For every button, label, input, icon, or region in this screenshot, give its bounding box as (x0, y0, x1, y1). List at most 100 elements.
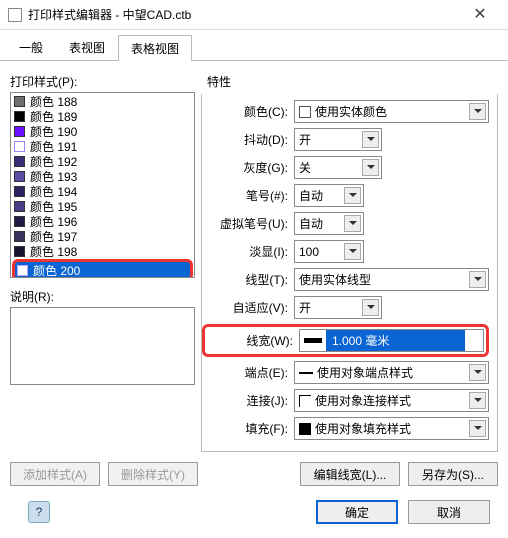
save-as-button[interactable]: 另存为(S)... (408, 462, 498, 486)
list-item[interactable]: 颜色 195 (12, 199, 193, 214)
linetype-label: 线型(T): (202, 271, 294, 288)
fill-icon (299, 423, 311, 435)
description-label: 说明(R): (10, 288, 195, 305)
edit-lineweight-button[interactable]: 编辑线宽(L)... (300, 462, 400, 486)
close-button[interactable]: ✕ (460, 0, 500, 30)
tab-table[interactable]: 表视图 (56, 34, 118, 60)
dither-value: 开 (299, 131, 311, 148)
color-swatch-icon (14, 96, 25, 107)
chevron-down-icon (469, 420, 486, 437)
vpen-value: 自动 (299, 215, 323, 232)
list-item[interactable]: 颜色 192 (12, 154, 193, 169)
color-combo[interactable]: 使用实体颜色 (294, 100, 489, 123)
chevron-down-icon (469, 271, 486, 288)
spinner-icon (344, 187, 361, 204)
fillstyle-combo[interactable]: 使用对象填充样式 (294, 417, 489, 440)
dither-combo[interactable]: 开 (294, 128, 382, 151)
screen-label: 淡显(I): (202, 243, 294, 260)
endstyle-combo[interactable]: 使用对象端点样式 (294, 361, 489, 384)
chevron-down-icon (362, 159, 379, 176)
color-swatch-icon (14, 246, 25, 257)
pen-spinner[interactable]: 自动 (294, 184, 364, 207)
list-item[interactable]: 颜色 200 (12, 259, 193, 278)
list-item-label: 颜色 200 (33, 262, 80, 279)
list-item[interactable]: 颜色 190 (12, 124, 193, 139)
color-value: 使用实体颜色 (315, 103, 387, 120)
properties-label: 特性 (201, 73, 498, 90)
chevron-down-icon (362, 299, 379, 316)
lineweight-value: 1.000 毫米 (326, 330, 465, 351)
list-item[interactable]: 颜色 194 (12, 184, 193, 199)
chevron-down-icon (362, 131, 379, 148)
ok-button[interactable]: 确定 (316, 500, 398, 524)
chevron-down-icon (469, 392, 486, 409)
lineweight-combo[interactable]: 1.000 毫米 (299, 329, 484, 352)
color-swatch-icon (14, 126, 25, 137)
fillstyle-label: 填充(F): (202, 420, 294, 437)
list-item[interactable]: 颜色 198 (12, 244, 193, 259)
description-input[interactable] (10, 307, 195, 385)
color-swatch-icon (14, 216, 25, 227)
window-title: 打印样式编辑器 - 中望CAD.ctb (28, 6, 460, 23)
adapt-value: 开 (299, 299, 311, 316)
gray-combo[interactable]: 关 (294, 156, 382, 179)
joinstyle-label: 连接(J): (202, 392, 294, 409)
spinner-icon (344, 215, 361, 232)
adapt-label: 自适应(V): (202, 299, 294, 316)
lineweight-highlight: 线宽(W): 1.000 毫米 (202, 324, 489, 357)
screen-value: 100 (299, 245, 319, 259)
joinstyle-combo[interactable]: 使用对象连接样式 (294, 389, 489, 412)
chevron-down-icon (469, 364, 486, 381)
tabs: 一般 表视图 表格视图 (0, 30, 508, 61)
tab-table-view[interactable]: 表格视图 (118, 35, 192, 61)
list-item-label: 颜色 198 (30, 243, 77, 260)
chevron-down-icon (465, 330, 483, 351)
list-item[interactable]: 颜色 191 (12, 139, 193, 154)
tab-general[interactable]: 一般 (6, 34, 56, 60)
list-item[interactable]: 颜色 193 (12, 169, 193, 184)
endstyle-label: 端点(E): (202, 364, 294, 381)
vpen-label: 虚拟笔号(U): (202, 215, 294, 232)
corner-icon (299, 395, 311, 407)
color-checkbox-icon (299, 106, 311, 118)
fillstyle-value: 使用对象填充样式 (315, 420, 411, 437)
list-item[interactable]: 颜色 188 (12, 94, 193, 109)
color-swatch-icon (17, 265, 28, 276)
styles-listbox[interactable]: 颜色 188颜色 189颜色 190颜色 191颜色 192颜色 193颜色 1… (10, 92, 195, 278)
color-swatch-icon (14, 186, 25, 197)
color-swatch-icon (14, 201, 25, 212)
list-item[interactable]: 颜色 189 (12, 109, 193, 124)
vpen-spinner[interactable]: 自动 (294, 212, 364, 235)
gray-value: 关 (299, 159, 311, 176)
add-style-button[interactable]: 添加样式(A) (10, 462, 100, 486)
color-swatch-icon (14, 141, 25, 152)
pen-label: 笔号(#): (202, 187, 294, 204)
list-item[interactable]: 颜色 196 (12, 214, 193, 229)
styles-label: 打印样式(P): (10, 73, 195, 90)
gray-label: 灰度(G): (202, 159, 294, 176)
line-icon (299, 372, 313, 374)
endstyle-value: 使用对象端点样式 (317, 364, 413, 381)
lineweight-label: 线宽(W): (207, 332, 299, 349)
window-icon (8, 8, 22, 22)
adapt-combo[interactable]: 开 (294, 296, 382, 319)
help-button[interactable]: ? (28, 501, 50, 523)
color-swatch-icon (14, 171, 25, 182)
linetype-combo[interactable]: 使用实体线型 (294, 268, 489, 291)
color-swatch-icon (14, 156, 25, 167)
linetype-value: 使用实体线型 (299, 271, 371, 288)
color-swatch-icon (14, 231, 25, 242)
list-item[interactable]: 颜色 197 (12, 229, 193, 244)
color-swatch-icon (14, 111, 25, 122)
color-label: 颜色(C): (202, 103, 294, 120)
chevron-down-icon (469, 103, 486, 120)
spinner-icon (344, 243, 361, 260)
titlebar: 打印样式编辑器 - 中望CAD.ctb ✕ (0, 0, 508, 30)
cancel-button[interactable]: 取消 (408, 500, 490, 524)
pen-value: 自动 (299, 187, 323, 204)
joinstyle-value: 使用对象连接样式 (315, 392, 411, 409)
delete-style-button[interactable]: 删除样式(Y) (108, 462, 198, 486)
screen-spinner[interactable]: 100 (294, 240, 364, 263)
lineweight-sample-icon (300, 330, 326, 351)
dither-label: 抖动(D): (202, 131, 294, 148)
